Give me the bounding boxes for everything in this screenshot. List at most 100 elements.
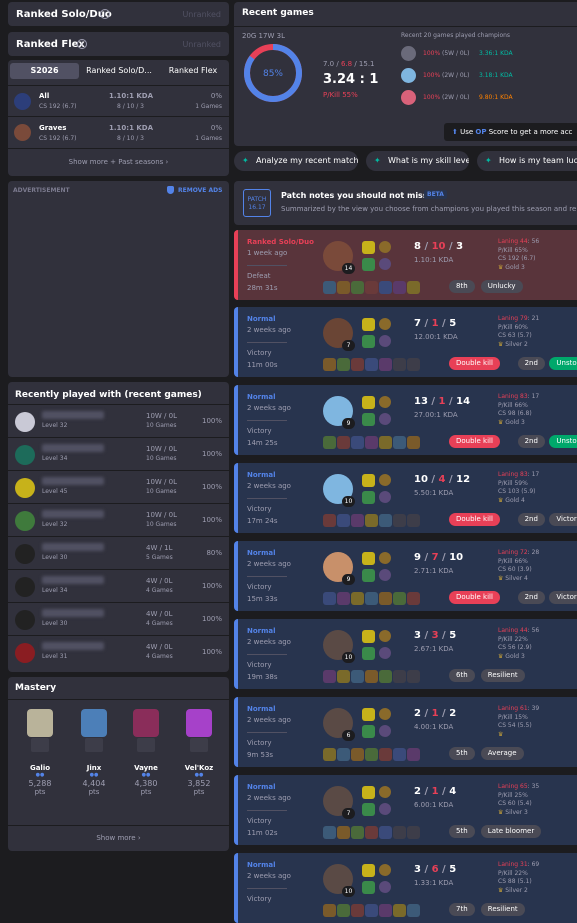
item-slot-icon [379, 592, 392, 605]
match-card[interactable]: Normal 2 weeks ago Victory 10 3 / 6 / 5 1.33:… [234, 853, 577, 923]
match-time: 2 weeks ago [247, 638, 291, 646]
item-slot-icon [407, 436, 420, 449]
top-champion-row[interactable]: 100% (5W / 0L) 3.36:1 KDA [401, 46, 577, 62]
mastery-champion[interactable]: Vayne ●● 4,380 pts [128, 709, 164, 796]
remove-ads-button[interactable]: REMOVE ADS [178, 187, 222, 194]
champion-name: Vayne [134, 764, 158, 772]
player-record: 4W / 1L [146, 544, 173, 552]
ranked-flex-panel: Ranked Flex i Unranked [8, 32, 229, 56]
match-duration: 19m 38s [247, 673, 278, 681]
item-slot-icon [393, 436, 406, 449]
item-slot-icon [323, 826, 336, 839]
info-icon[interactable]: i [77, 39, 87, 49]
recent-games-panel: Recent games 20G 17W 3L 85% 7.0 / 6.8 / … [234, 2, 577, 146]
match-result: Victory [247, 583, 272, 591]
item-slot-icon [379, 514, 392, 527]
patch-notes-banner[interactable]: PATCH 16.17 Patch notes you should not m… [234, 181, 577, 225]
match-card[interactable]: Normal 2 weeks ago Victory 11m 00s 7 7 / 1 / … [234, 307, 577, 377]
mastery-points-unit: pts [140, 788, 152, 796]
tab-ranked-flex[interactable]: Ranked Flex [159, 63, 227, 79]
player-record: 10W / 0L [146, 412, 177, 420]
champion-icon [401, 68, 416, 83]
match-card[interactable]: Normal 2 weeks ago Victory 11m 02s 7 2 / 1 / … [234, 775, 577, 845]
match-result: Defeat [247, 272, 271, 280]
tab-ranked-solo[interactable]: Ranked Solo/D... [81, 63, 157, 79]
item-slot-icon [379, 281, 392, 294]
recent-player-row[interactable]: Level 30 4W / 0L 4 Games 100% [8, 602, 229, 634]
recent-player-row[interactable]: Level 34 10W / 0L 10 Games 100% [8, 437, 229, 469]
season-stat-row[interactable]: All CS 192 (6.7) 1.10:1 KDA 8 / 10 / 3 0… [8, 85, 229, 115]
match-card[interactable]: Normal 2 weeks ago Victory 14m 25s 9 13 / 1 /… [234, 385, 577, 455]
patch-badge: PATCH 16.17 [243, 189, 271, 217]
match-kda-ratio: 1.10:1 KDA [414, 256, 454, 264]
item-slot-icon [393, 904, 406, 917]
champion-winrate: 0% [210, 124, 222, 132]
champion-name: Galio [29, 764, 51, 772]
match-tag: 8th [449, 280, 475, 293]
item-slot-icon [323, 748, 336, 761]
info-icon[interactable]: i [100, 9, 110, 19]
prompt-skill-level[interactable]: ✦ What is my skill level? [366, 151, 469, 171]
item-slot-icon [393, 826, 406, 839]
mastery-champion[interactable]: Galio ●● 5,288 pts [22, 709, 58, 796]
match-tag: Victor [549, 591, 577, 604]
item-slot-icon [337, 358, 350, 371]
champion-cs: CS 192 (6.7) [39, 103, 77, 110]
item-slot-icon [407, 826, 420, 839]
item-slot-icon [407, 514, 420, 527]
match-card[interactable]: Normal 2 weeks ago Victory 19m 38s 10 3 / 3 /… [234, 619, 577, 689]
item-slot-icon [351, 436, 364, 449]
item-slot-icon [393, 281, 406, 294]
rune-icon [379, 318, 391, 330]
match-card[interactable]: Normal 2 weeks ago Victory 9m 53s 6 2 / 1 / 2… [234, 697, 577, 767]
prompt-analyze-matches[interactable]: ✦ Analyze my recent matches. [234, 151, 358, 171]
mastery-stars: ●● [194, 772, 204, 778]
prompt-team-luck[interactable]: ✦ How is my team luck la [477, 151, 577, 171]
player-avatar [15, 643, 35, 663]
mastery-points-unit: pts [88, 788, 100, 796]
item-slot-icon [351, 514, 364, 527]
player-level: Level 30 [42, 620, 68, 627]
op-score-banner[interactable]: ⬆ Use OP Score to get a more acc [444, 123, 577, 141]
champion-cs: CS 192 (6.7) [39, 135, 77, 142]
recent-player-row[interactable]: Level 32 10W / 0L 10 Games 100% [8, 404, 229, 436]
match-card[interactable]: Ranked Solo/Duo 1 week ago Defeat 28m 31s 14… [234, 230, 577, 300]
player-record: 4W / 0L [146, 643, 173, 651]
rune-icon [379, 396, 391, 408]
divider [247, 420, 287, 421]
item-slot-icon [393, 358, 406, 371]
match-tag: 2nd [517, 591, 545, 604]
match-stats: Laning 79: 21 P/Kill 60% CS 63 (5.7) ♛ Silv… [498, 315, 540, 348]
match-stats: Laning 72: 28 P/Kill 66% CS 60 (3.9) ♛ Silv… [498, 549, 540, 582]
item-slot-icon [337, 904, 350, 917]
item-slot-icon [393, 670, 406, 683]
season-stat-row[interactable]: Graves CS 192 (6.7) 1.10:1 KDA 8 / 10 / … [8, 116, 229, 146]
recent-player-row[interactable]: Level 30 4W / 1L 5 Games 80% [8, 536, 229, 568]
summoner-spell-icon [362, 396, 375, 409]
recent-player-row[interactable]: Level 34 4W / 0L 4 Games 100% [8, 569, 229, 601]
item-slot-icon [365, 826, 378, 839]
champion-kda-detail: 8 / 10 / 3 [117, 135, 144, 142]
mastery-champion[interactable]: Jinx ●● 4,404 pts [76, 709, 112, 796]
rune-icon [379, 725, 391, 737]
player-winrate: 100% [201, 450, 222, 458]
recent-player-row[interactable]: Level 32 10W / 0L 10 Games 100% [8, 503, 229, 535]
tab-s2026[interactable]: S2026 [10, 63, 79, 79]
match-card[interactable]: Normal 2 weeks ago Victory 17m 24s 10 10 / 4 … [234, 463, 577, 533]
recent-player-row[interactable]: Level 45 10W / 0L 10 Games 100% [8, 470, 229, 502]
advertisement-label: ADVERTISEMENT [13, 187, 70, 194]
match-queue: Ranked Solo/Duo [247, 238, 314, 246]
top-champion-row[interactable]: 100% (2W / 0L) 9.80:1 KDA [401, 90, 577, 106]
recent-player-row[interactable]: Level 31 4W / 0L 4 Games 100% [8, 635, 229, 667]
item-slot-icon [379, 748, 392, 761]
player-name-redacted [42, 576, 104, 584]
show-more-seasons-button[interactable]: Show more + Past seasons › [8, 148, 229, 174]
mastery-show-more-button[interactable]: Show more › [8, 827, 229, 849]
mastery-champion[interactable]: Vel'Koz ●● 3,852 pts [181, 709, 217, 796]
match-tag: 2nd [517, 435, 545, 448]
match-time: 2 weeks ago [247, 404, 291, 412]
match-queue: Normal [247, 471, 276, 479]
match-card[interactable]: Normal 2 weeks ago Victory 15m 33s 9 9 / 7 / … [234, 541, 577, 611]
match-time: 2 weeks ago [247, 872, 291, 880]
top-champion-row[interactable]: 100% (2W / 0L) 3.18:1 KDA [401, 68, 577, 84]
